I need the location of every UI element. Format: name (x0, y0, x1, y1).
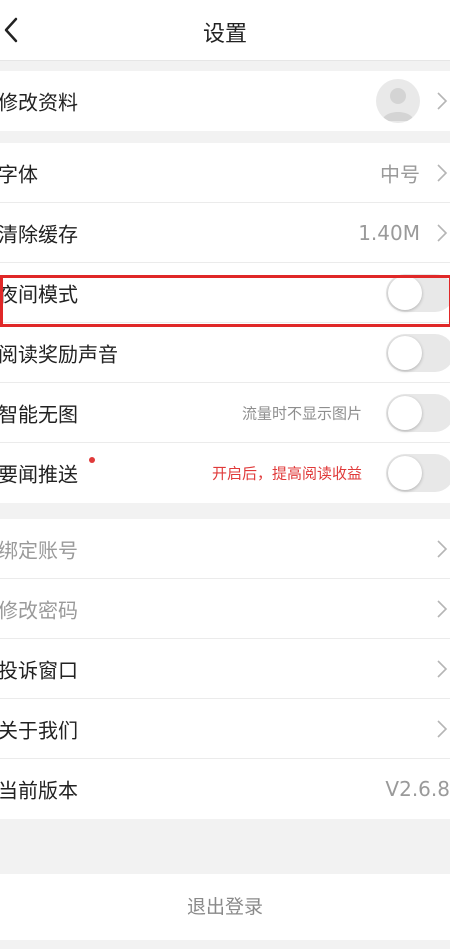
account-group: 绑定账号 修改密码 投诉窗口 关于我们 当前版本 V2.6.8 (0, 519, 450, 819)
night-mode-toggle[interactable] (386, 273, 450, 312)
reading-sound-toggle[interactable] (386, 333, 450, 372)
clear-cache-label: 清除缓存 (0, 222, 78, 246)
chevron-right-icon (436, 162, 448, 184)
version-label: 当前版本 (0, 778, 78, 803)
version-value: V2.6.8 (385, 777, 450, 801)
reading-sound-row: 阅读奖励声音 (0, 323, 450, 383)
no-image-label: 智能无图 (0, 402, 78, 426)
chevron-right-icon (436, 658, 448, 680)
night-mode-label: 夜间模式 (0, 282, 78, 306)
push-toggle[interactable] (386, 454, 450, 492)
reading-sound-label: 阅读奖励声音 (0, 342, 118, 366)
toggle-knob (388, 456, 422, 490)
about-us-label: 关于我们 (0, 718, 78, 742)
push-hint: 开启后，提高阅读收益 (211, 464, 362, 483)
push-label: 要闻推送 (0, 462, 78, 487)
chevron-right-icon (436, 222, 448, 244)
font-size-label: 字体 (0, 162, 38, 186)
no-image-row: 智能无图 流量时不显示图片 (0, 383, 450, 443)
night-mode-row: 夜间模式 (0, 263, 450, 323)
general-settings-group: 字体 中号 清除缓存 1.40M 夜间模式 阅读奖励声音 智能无图 流量时不显示… (0, 143, 450, 503)
version-row: 当前版本 V2.6.8 (0, 759, 450, 819)
no-image-toggle[interactable] (386, 393, 450, 432)
complaint-row[interactable]: 投诉窗口 (0, 639, 450, 699)
font-size-value: 中号 (380, 162, 420, 186)
avatar-placeholder-icon (382, 88, 414, 121)
chevron-right-icon (436, 598, 448, 620)
page-title: 设置 (202, 22, 247, 47)
chevron-right-icon (436, 90, 448, 112)
no-image-hint: 流量时不显示图片 (241, 404, 362, 422)
toggle-knob (388, 395, 422, 430)
change-password-row[interactable]: 修改密码 (0, 579, 450, 639)
profile-group: 修改资料 (0, 71, 450, 131)
edit-profile-label: 修改资料 (0, 90, 78, 115)
bind-account-label: 绑定账号 (0, 538, 78, 562)
notification-dot (89, 457, 95, 463)
bind-account-row[interactable]: 绑定账号 (0, 519, 450, 579)
change-password-label: 修改密码 (0, 598, 78, 622)
logout-button[interactable]: 退出登录 (0, 874, 450, 940)
complaint-label: 投诉窗口 (0, 658, 78, 682)
avatar (376, 79, 420, 123)
chevron-right-icon (436, 538, 448, 560)
edit-profile-row[interactable]: 修改资料 (0, 71, 450, 131)
font-size-row[interactable]: 字体 中号 (0, 143, 450, 203)
toggle-knob (388, 275, 422, 310)
cache-size-value: 1.40M (358, 220, 420, 245)
chevron-right-icon (436, 718, 448, 740)
toggle-knob (388, 335, 422, 370)
clear-cache-row[interactable]: 清除缓存 1.40M (0, 203, 450, 263)
nav-header: 设置 (0, 0, 450, 61)
about-us-row[interactable]: 关于我们 (0, 699, 450, 759)
push-row: 要闻推送 开启后，提高阅读收益 (0, 443, 450, 503)
